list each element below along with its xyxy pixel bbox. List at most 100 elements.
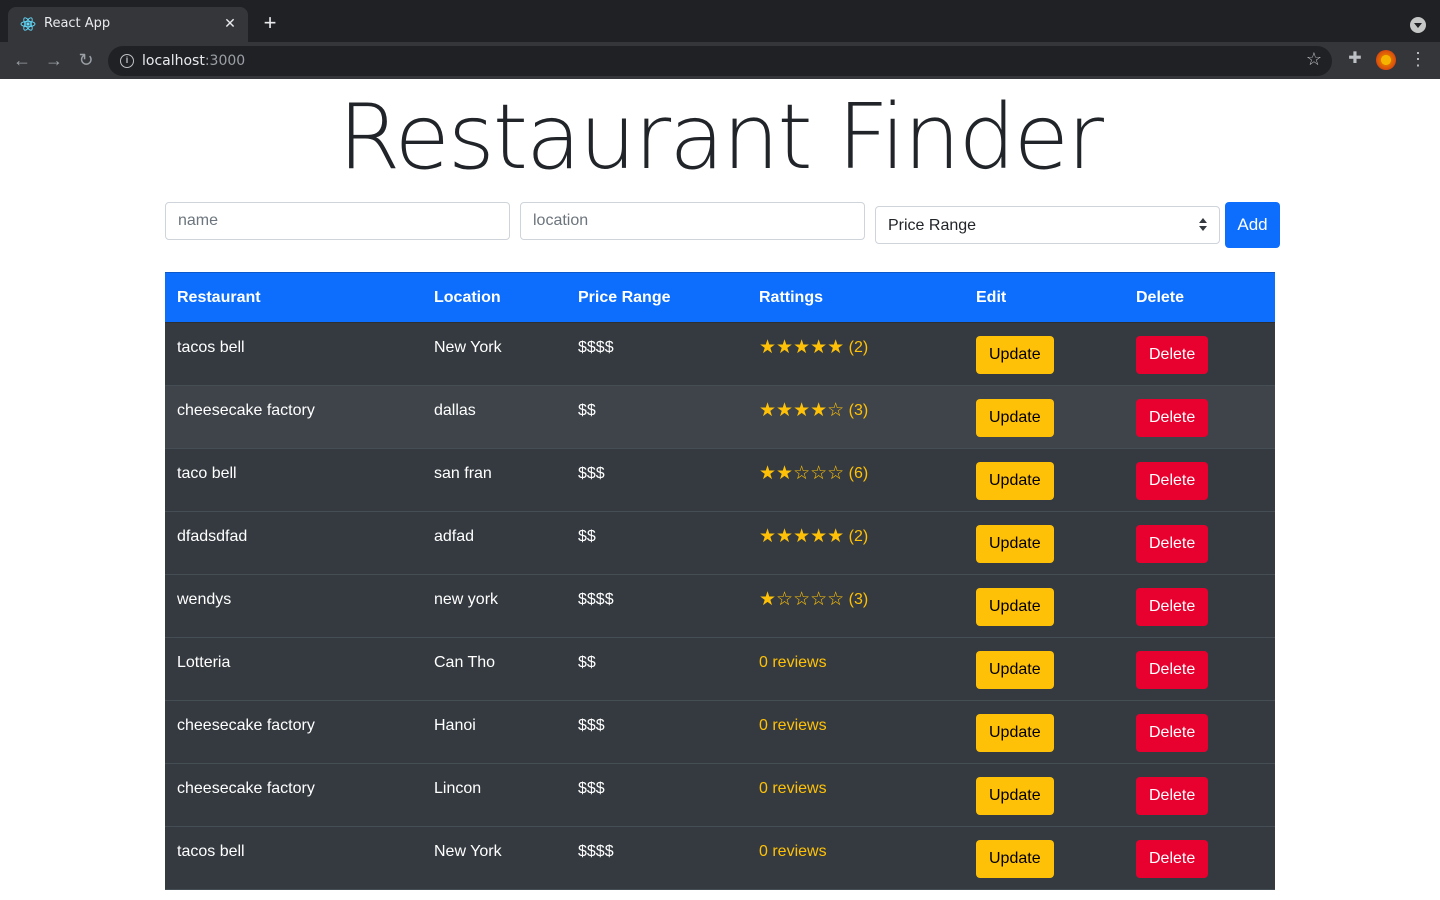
header-delete: Delete: [1136, 288, 1185, 306]
table-row[interactable]: wendys new york $$$$ ★☆☆☆☆ (3) Update Delete: [165, 574, 1275, 638]
cell-location: New York: [434, 843, 502, 860]
cell-delete: Delete: [1124, 701, 1275, 764]
price-range-select[interactable]: Price Range: [875, 206, 1220, 244]
table-row[interactable]: Lotteria Can Tho $$ 0 reviews Update Delete: [165, 637, 1275, 701]
rating-count: (6): [848, 465, 869, 482]
delete-button[interactable]: Delete: [1136, 588, 1209, 626]
reviews-count: 0 reviews: [759, 843, 827, 860]
back-arrow-icon[interactable]: ←: [10, 48, 34, 72]
table-row[interactable]: taco bell san fran $$$ ★★☆☆☆ (6) Update Delet…: [165, 448, 1275, 512]
update-button[interactable]: Update: [976, 336, 1054, 374]
cell-edit: Update: [964, 701, 1124, 764]
update-button[interactable]: Update: [976, 588, 1054, 626]
new-tab-icon[interactable]: +: [258, 12, 282, 36]
cell-edit: Update: [964, 827, 1124, 890]
rating-count: (3): [848, 591, 869, 608]
delete-button[interactable]: Delete: [1136, 336, 1209, 374]
table-body: tacos bell New York $$$$ ★★★★★ (2) Update Del…: [165, 322, 1275, 890]
update-button[interactable]: Update: [976, 525, 1054, 563]
stars-icon: ★☆☆☆☆: [759, 588, 845, 610]
cell-price-range: $$$: [578, 465, 605, 482]
update-button[interactable]: Update: [976, 840, 1054, 878]
name-input[interactable]: [165, 202, 510, 240]
delete-button[interactable]: Delete: [1136, 651, 1209, 689]
delete-button[interactable]: Delete: [1136, 462, 1209, 500]
update-button[interactable]: Update: [976, 651, 1054, 689]
url-port: :3000: [204, 53, 246, 69]
add-button[interactable]: Add: [1225, 202, 1280, 248]
table-row[interactable]: cheesecake factory dallas $$ ★★★★☆ (3) Updat…: [165, 385, 1275, 449]
close-tab-icon[interactable]: ✕: [220, 13, 240, 33]
url-host: localhost: [142, 53, 205, 69]
table-row[interactable]: cheesecake factory Hanoi $$$ 0 reviews Updat…: [165, 700, 1275, 764]
update-button[interactable]: Update: [976, 399, 1054, 437]
cell-delete: Delete: [1124, 512, 1275, 575]
cell-delete: Delete: [1124, 386, 1275, 449]
table-header-row: Restaurant Location Price Range Rattings…: [165, 272, 1275, 323]
rating-count: (2): [848, 339, 869, 356]
cell-restaurant: wendys: [177, 591, 232, 608]
extensions-puzzle-icon[interactable]: ✚: [1344, 48, 1366, 70]
stars-icon: ★★★★★: [759, 336, 845, 358]
tab-search-icon[interactable]: [1410, 17, 1426, 33]
table-row[interactable]: cheesecake factory Lincon $$$ 0 reviews Upda…: [165, 763, 1275, 827]
cell-restaurant: Lotteria: [177, 654, 231, 671]
cell-location: new york: [434, 591, 499, 608]
site-info-icon[interactable]: i: [120, 54, 134, 68]
cell-price-range: $$: [578, 654, 596, 671]
header-location: Location: [434, 288, 501, 306]
header-edit: Edit: [976, 288, 1007, 306]
browser-tab[interactable]: React App ✕: [8, 7, 248, 42]
delete-button[interactable]: Delete: [1136, 399, 1209, 437]
page-title: Restaurant Finder: [337, 85, 1104, 190]
update-button[interactable]: Update: [976, 462, 1054, 500]
tab-title: React App: [44, 16, 111, 31]
profile-avatar[interactable]: [1376, 50, 1396, 70]
cell-price-range: $$$$: [578, 843, 614, 860]
cell-price-range: $$: [578, 402, 596, 419]
reload-icon[interactable]: ↻: [74, 48, 98, 72]
forward-arrow-icon[interactable]: →: [42, 48, 66, 72]
table-row[interactable]: dfadsdfad adfad $$ ★★★★★ (2) Update Delete: [165, 511, 1275, 575]
delete-button[interactable]: Delete: [1136, 777, 1209, 815]
star-rating: ★☆☆☆☆ (3): [759, 588, 869, 610]
star-rating: ★★★★☆ (3): [759, 399, 868, 421]
page-content: Restaurant Finder Price Range Add Restau…: [0, 79, 1440, 900]
cell-price-range: $$: [578, 528, 596, 545]
cell-edit: Update: [964, 449, 1124, 512]
address-bar[interactable]: i localhost:3000 ☆: [108, 46, 1332, 76]
delete-button[interactable]: Delete: [1136, 840, 1209, 878]
cell-ratings: 0 reviews: [747, 701, 964, 764]
react-icon: [20, 17, 36, 31]
cell-delete: Delete: [1124, 575, 1275, 638]
cell-delete: Delete: [1124, 638, 1275, 701]
cell-ratings: ★★★★★ (2): [747, 323, 964, 386]
cell-edit: Update: [964, 323, 1124, 386]
update-button[interactable]: Update: [976, 714, 1054, 752]
table-row[interactable]: tacos bell New York $$$$ 0 reviews Update Del…: [165, 826, 1275, 890]
stars-icon: ★★☆☆☆: [759, 462, 845, 484]
browser-tab-bar: React App ✕ +: [0, 0, 1440, 42]
bookmark-star-icon[interactable]: ☆: [1306, 49, 1322, 70]
star-rating: ★★☆☆☆ (6): [759, 462, 869, 484]
reviews-count: 0 reviews: [759, 717, 827, 734]
delete-button[interactable]: Delete: [1136, 714, 1209, 752]
cell-price-range: $$$$: [578, 591, 614, 608]
cell-restaurant: tacos bell: [177, 339, 245, 356]
cell-price-range: $$$$: [578, 339, 614, 356]
delete-button[interactable]: Delete: [1136, 525, 1209, 563]
cell-restaurant: taco bell: [177, 465, 237, 482]
cell-ratings: ★☆☆☆☆ (3): [747, 575, 964, 638]
header-ratings: Rattings: [759, 288, 823, 306]
reviews-count: 0 reviews: [759, 780, 827, 797]
cell-edit: Update: [964, 638, 1124, 701]
table-row[interactable]: tacos bell New York $$$$ ★★★★★ (2) Update Del…: [165, 322, 1275, 386]
cell-location: Lincon: [434, 780, 482, 797]
stars-icon: ★★★★☆: [759, 399, 845, 421]
kebab-menu-icon[interactable]: ⋮: [1408, 48, 1428, 70]
cell-restaurant: tacos bell: [177, 843, 245, 860]
location-input[interactable]: [520, 202, 865, 240]
cell-ratings: 0 reviews: [747, 638, 964, 701]
update-button[interactable]: Update: [976, 777, 1054, 815]
cell-delete: Delete: [1124, 323, 1275, 386]
